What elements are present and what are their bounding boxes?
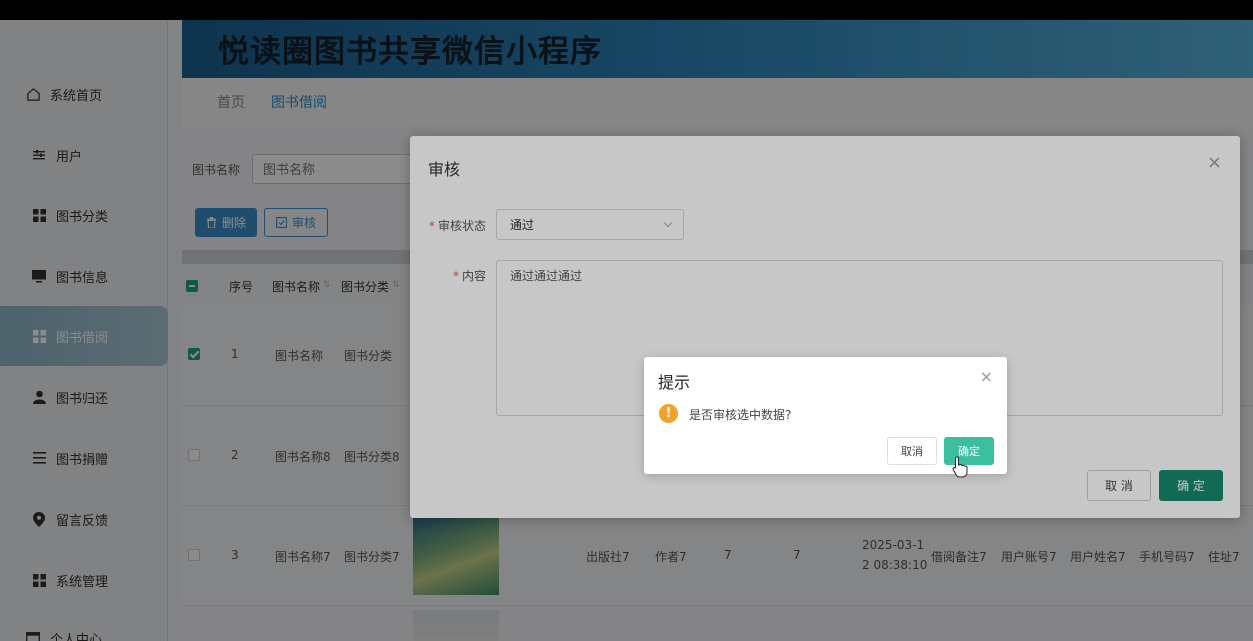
top-black-bar: [0, 0, 1253, 20]
confirm-cancel-button[interactable]: 取消: [887, 437, 937, 465]
hand-cursor-icon: [952, 456, 968, 478]
confirm-title: 提示: [658, 373, 691, 392]
close-icon[interactable]: ×: [980, 367, 993, 386]
warning-icon: !: [659, 404, 678, 423]
confirm-overlay: [0, 20, 1253, 641]
confirm-message: 是否审核选中数据?: [689, 408, 792, 422]
